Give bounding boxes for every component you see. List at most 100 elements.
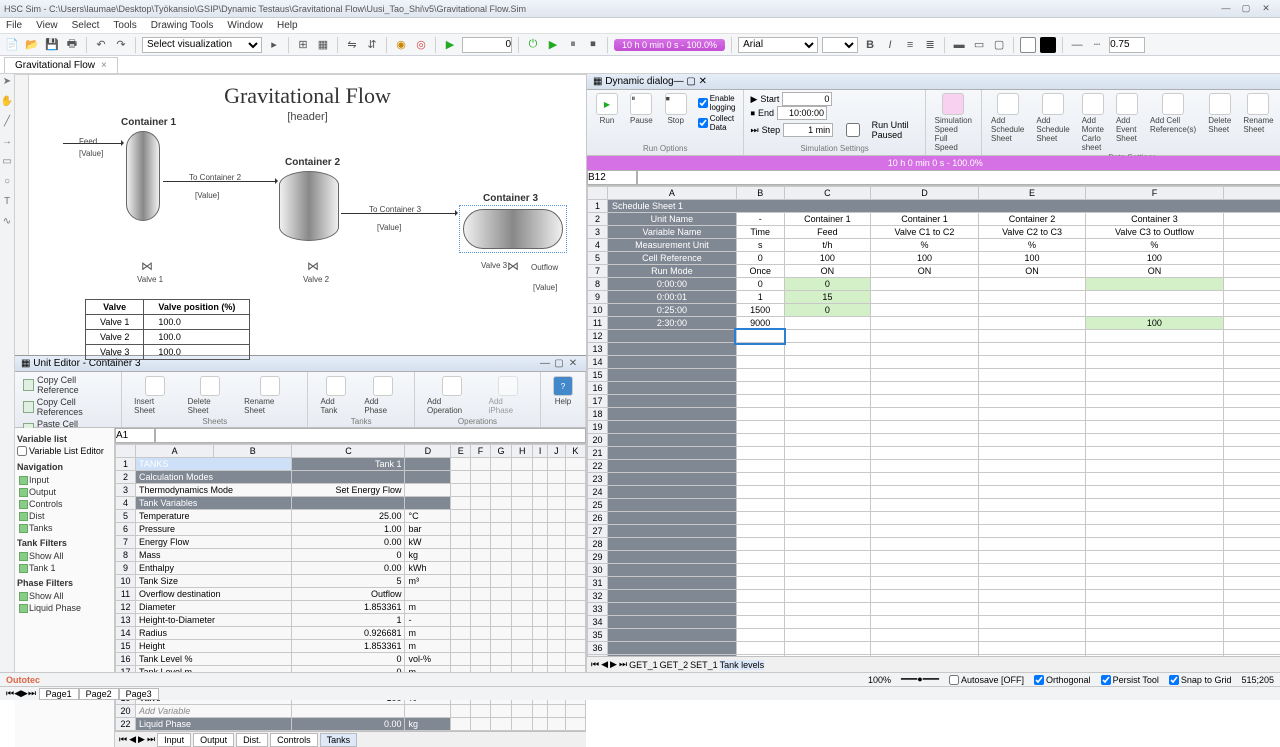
add-event-sheet-button[interactable]: Add Event Sheet — [1113, 92, 1141, 153]
delete-sheet-button[interactable]: Delete Sheet — [1205, 92, 1234, 153]
redo-icon[interactable]: ↷ — [113, 37, 129, 53]
insert-sheet-button[interactable]: Insert Sheet — [130, 374, 180, 417]
orthogonal-toggle[interactable]: Orthogonal — [1034, 675, 1091, 685]
autosave-toggle[interactable]: Autosave [OFF] — [949, 675, 1024, 685]
line-style-icon[interactable]: ― — [1069, 37, 1085, 53]
delete-sheet-button[interactable]: Delete Sheet — [184, 374, 237, 417]
menu-drawing[interactable]: Drawing Tools — [151, 20, 214, 31]
font-size-select[interactable] — [822, 37, 858, 53]
unit-editor-sheet-tabs[interactable]: ⏮◀▶⏭ Input Output Dist. Controls Tanks — [115, 731, 586, 747]
help-button[interactable]: ?Help — [549, 374, 577, 408]
min-icon[interactable]: — — [674, 76, 684, 87]
menu-help[interactable]: Help — [277, 20, 298, 31]
vis-play-icon[interactable]: ▸ — [266, 37, 282, 53]
nav-output[interactable]: Output — [17, 486, 112, 498]
undo-icon[interactable]: ↶ — [93, 37, 109, 53]
enable-logging-check[interactable]: Enable logging — [698, 94, 736, 112]
sim-speed-button[interactable]: Simulation Speed Full Speed — [932, 92, 975, 153]
color2-icon[interactable] — [1040, 37, 1056, 53]
line-width-input[interactable] — [1109, 37, 1145, 53]
run-icon[interactable]: ▶ — [442, 37, 458, 53]
italic-icon[interactable]: I — [882, 37, 898, 53]
color1-icon[interactable] — [1020, 37, 1036, 53]
copy-cell-ref[interactable]: Copy Cell Reference — [23, 374, 113, 396]
visualization-select[interactable]: Select visualization — [142, 37, 262, 53]
close-icon[interactable]: ✕ — [699, 76, 707, 87]
window-buttons[interactable]: —▢✕ — [1216, 3, 1276, 14]
tank-container2[interactable] — [279, 171, 339, 241]
drawing-canvas[interactable]: Gravitational Flow [header] Container 1 … — [29, 75, 586, 355]
h-flip-icon[interactable]: ⇋ — [344, 37, 360, 53]
cell-ref-box[interactable] — [115, 428, 155, 443]
persist-toggle[interactable]: Persist Tool — [1101, 675, 1159, 685]
filter-showall2[interactable]: Show All — [17, 590, 112, 602]
add-phase-button[interactable]: Add Phase — [360, 374, 406, 417]
fill-icon[interactable]: ▬ — [951, 37, 967, 53]
arrow-tool-icon[interactable]: → — [0, 136, 14, 150]
until-paused-check[interactable]: Run Until Paused — [836, 120, 919, 140]
formula-bar[interactable] — [155, 428, 586, 443]
page-tabs[interactable]: ⏮◀▶⏭ Page1 Page2 Page3 — [0, 686, 1280, 700]
start-input[interactable] — [782, 92, 832, 106]
align-left-icon[interactable]: ≡ — [902, 37, 918, 53]
play2-icon[interactable]: ▶ — [545, 37, 561, 53]
valve3-icon[interactable] — [507, 259, 519, 271]
font-select[interactable]: Arial — [738, 37, 818, 53]
new-icon[interactable]: 📄 — [4, 37, 20, 53]
grid-icon[interactable]: ▦ — [315, 37, 331, 53]
menu-select[interactable]: Select — [72, 20, 100, 31]
var-list-editor-check[interactable]: Variable List Editor — [17, 446, 104, 456]
menu-view[interactable]: View — [36, 20, 58, 31]
bold-icon[interactable]: B — [862, 37, 878, 53]
add-operation-button[interactable]: Add Operation — [423, 374, 481, 417]
nav-tanks[interactable]: Tanks — [17, 522, 112, 534]
menu-window[interactable]: Window — [227, 20, 263, 31]
stop-button[interactable]: ⏹Stop — [662, 92, 690, 134]
sched-cell-ref[interactable] — [587, 170, 637, 185]
add-tank-button[interactable]: Add Tank — [316, 374, 356, 417]
run-step-input[interactable] — [462, 37, 512, 53]
dynamic-dialog-title[interactable]: ▦ Dynamic dialog — ▢ ✕ — [587, 74, 1280, 90]
open-icon[interactable]: 📂 — [24, 37, 40, 53]
add-schedule-sheet-button[interactable]: Add Schedule Sheet — [988, 92, 1027, 153]
align-icon[interactable]: ⊞ — [295, 37, 311, 53]
nav-controls[interactable]: Controls — [17, 498, 112, 510]
filter-tank1[interactable]: Tank 1 — [17, 562, 112, 574]
doc-tab[interactable]: Gravitational Flow× — [4, 57, 118, 73]
max-icon[interactable]: ▢ — [686, 76, 695, 87]
globe-icon[interactable]: ◉ — [393, 37, 409, 53]
schedule-tabs[interactable]: ⏮◀▶⏭ GET_1 GET_2 SET_1 Tank levels — [587, 656, 1280, 672]
rename-sheet-button[interactable]: Rename Sheet — [1240, 92, 1276, 153]
power-icon[interactable]: ⏻ — [525, 37, 541, 53]
stop-icon[interactable]: ⏹ — [585, 37, 601, 53]
target-icon[interactable]: ◎ — [413, 37, 429, 53]
circle-tool-icon[interactable]: ○ — [0, 176, 14, 190]
step-input[interactable] — [783, 123, 833, 137]
print-icon[interactable]: 🖶 — [64, 37, 80, 53]
hand-icon[interactable]: ✋ — [0, 96, 14, 110]
line-dash-icon[interactable]: ┄ — [1089, 37, 1105, 53]
schedule-grid[interactable]: ABCDEF1Schedule Sheet 12Unit Name-Contai… — [587, 186, 1280, 656]
align-center-icon[interactable]: ≣ — [922, 37, 938, 53]
add-cellref-button[interactable]: Add Cell Reference(s) — [1147, 92, 1199, 153]
tank-container3[interactable] — [463, 209, 563, 249]
menu-bar[interactable]: File View Select Tools Drawing Tools Win… — [0, 18, 1280, 34]
copy-cell-refs[interactable]: Copy Cell References — [23, 396, 113, 418]
maximize-icon[interactable]: ▢ — [552, 358, 566, 369]
pause-button[interactable]: ⏸Pause — [627, 92, 656, 134]
rect-tool-icon[interactable]: ▭ — [0, 156, 14, 170]
nav-dist[interactable]: Dist — [17, 510, 112, 522]
add-iphase-button[interactable]: Add iPhase — [485, 374, 532, 417]
v-flip-icon[interactable]: ⇵ — [364, 37, 380, 53]
nav-input[interactable]: Input — [17, 474, 112, 486]
tank-container1[interactable] — [126, 131, 160, 221]
sched-formula[interactable] — [637, 170, 1280, 185]
menu-tools[interactable]: Tools — [113, 20, 136, 31]
filter-showall[interactable]: Show All — [17, 550, 112, 562]
curve-tool-icon[interactable]: ∿ — [0, 216, 14, 230]
run-button[interactable]: ▶Run — [593, 92, 621, 134]
rename-sheet-button[interactable]: Rename Sheet — [240, 374, 299, 417]
menu-file[interactable]: File — [6, 20, 22, 31]
add-mc-sheet-button[interactable]: Add Monte Carlo sheet — [1079, 92, 1107, 153]
valve2-icon[interactable] — [307, 259, 319, 271]
